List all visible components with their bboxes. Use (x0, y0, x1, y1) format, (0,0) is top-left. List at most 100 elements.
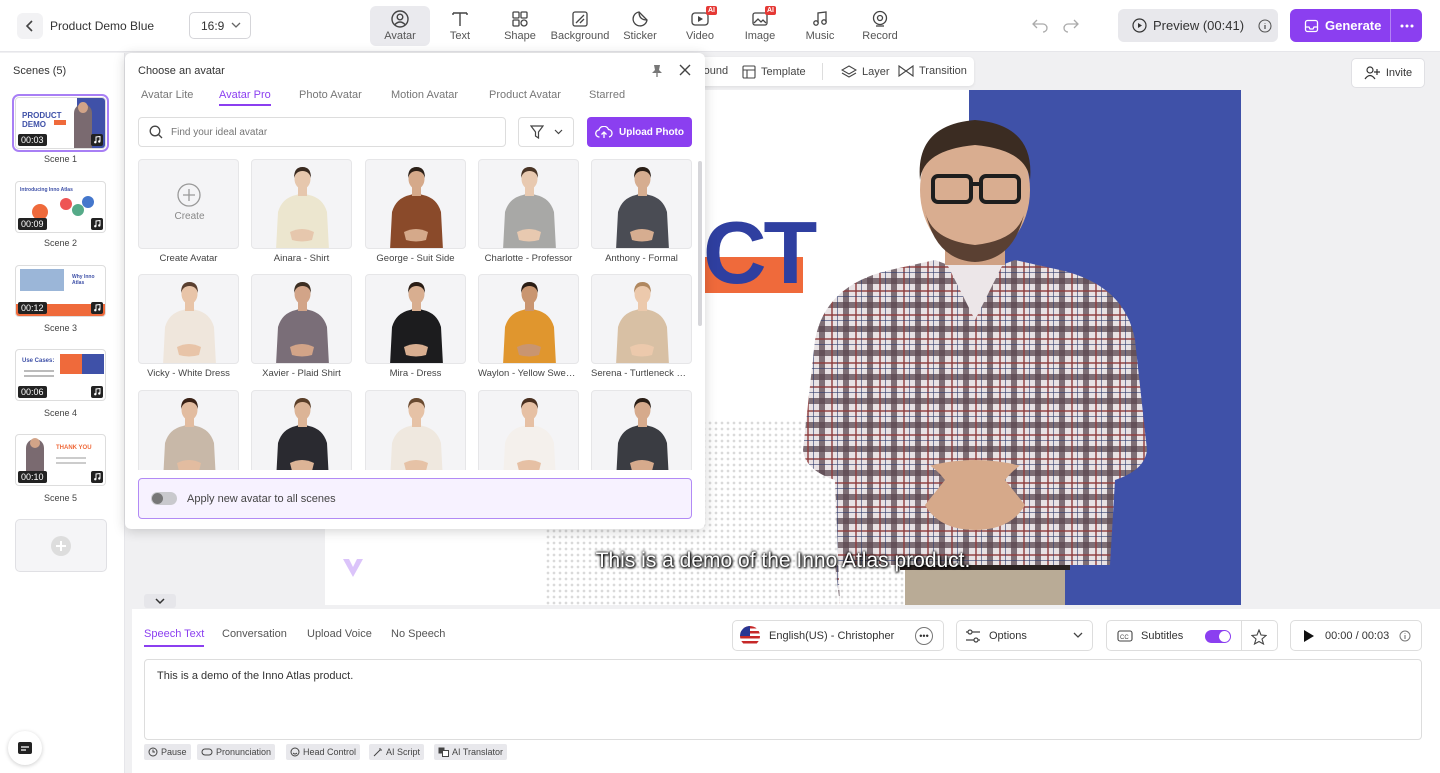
avatar-card[interactable] (365, 159, 466, 249)
generate-more-button[interactable] (1390, 9, 1422, 42)
avatar-name: Charlotte - Professor (484, 253, 573, 264)
scene-thumb-4[interactable]: Use Cases: 00:06 (15, 349, 106, 401)
project-title[interactable]: Product Demo Blue (50, 19, 154, 33)
tool-shape[interactable]: Shape (490, 6, 550, 46)
tab-speech-text[interactable]: Speech Text (144, 628, 205, 647)
options-label: Options (989, 629, 1027, 642)
head-control-chip[interactable]: Head Control (286, 744, 361, 760)
back-button[interactable] (17, 13, 43, 39)
tool-text[interactable]: Text (430, 6, 490, 46)
transition-icon (898, 65, 914, 77)
apply-all-scenes-toggle[interactable] (151, 492, 177, 505)
music-note-icon (91, 471, 103, 483)
avatar-card[interactable] (478, 159, 579, 249)
avatar-card[interactable] (478, 274, 579, 364)
upload-photo-button[interactable]: Upload Photo (587, 117, 692, 147)
scene-thumb-3[interactable]: Why Inno Atlas 00:12 (15, 265, 106, 317)
subtitle-caption[interactable]: This is a demo of the Inno Atlas product… (325, 549, 1241, 573)
info-icon[interactable] (1258, 18, 1272, 33)
options-select[interactable]: Options (956, 620, 1093, 651)
generate-button[interactable]: Generate (1290, 9, 1422, 42)
tool-sticker[interactable]: Sticker (610, 6, 670, 46)
scene-thumb-2[interactable]: Introducing Inno Atlas 00:09 (15, 181, 106, 233)
avatar-card[interactable] (591, 159, 692, 249)
layer-tool[interactable]: Layer (841, 65, 890, 79)
avatar-portrait (503, 167, 556, 248)
voice-select[interactable]: English(US) - Christopher ••• (732, 620, 944, 651)
clock-icon (148, 747, 158, 757)
avatar-grid: Create Create Avatar Ainara - Shirt George … (138, 159, 693, 470)
scene-duration: 00:10 (18, 471, 47, 483)
tool-record[interactable]: Record (850, 6, 910, 46)
avatar-card[interactable] (251, 390, 352, 470)
subtitle-style-icon[interactable] (1251, 629, 1267, 645)
avatar-name: Ainara - Shirt (273, 253, 330, 264)
aspect-ratio-select[interactable]: 16:9 (189, 12, 251, 39)
avatar-card[interactable] (365, 390, 466, 470)
speech-text-area[interactable]: This is a demo of the Inno Atlas product… (144, 659, 1422, 740)
collapse-panel-button[interactable] (144, 594, 176, 608)
transition-label: Transition (919, 65, 967, 77)
tab-product-avatar[interactable]: Product Avatar (489, 89, 561, 101)
presenter-avatar[interactable] (795, 110, 1155, 605)
chat-support-button[interactable] (8, 731, 42, 765)
ai-translator-chip[interactable]: AI Translator (434, 744, 508, 760)
transition-tool[interactable]: Transition (898, 65, 967, 77)
avatar-panel-title: Choose an avatar (138, 65, 225, 77)
subtitles-control: CC Subtitles (1106, 620, 1278, 651)
avatar-card[interactable] (251, 274, 352, 364)
playback-control: 00:00 / 00:03 (1290, 620, 1422, 651)
avatar-card[interactable] (591, 274, 692, 364)
avatar-portrait (616, 167, 669, 248)
avatar-grid-scrollbar[interactable] (698, 161, 702, 326)
avatar-search[interactable] (138, 117, 506, 147)
filter-button[interactable] (518, 117, 574, 147)
avatar-name: Vicky - White Dress (147, 368, 230, 379)
add-scene-button[interactable] (15, 519, 107, 572)
pin-icon[interactable] (651, 64, 663, 78)
template-tool[interactable]: Template (742, 65, 806, 79)
scenes-title: Scenes (5) (13, 65, 67, 77)
more-horizontal-icon[interactable]: ••• (915, 627, 933, 645)
tool-music[interactable]: Music (790, 6, 850, 46)
tab-no-speech[interactable]: No Speech (391, 628, 445, 640)
record-icon (872, 10, 888, 27)
tab-upload-voice[interactable]: Upload Voice (307, 628, 372, 640)
avatar-card[interactable] (365, 274, 466, 364)
info-icon[interactable] (1399, 630, 1411, 642)
avatar-card[interactable] (251, 159, 352, 249)
avatar-search-input[interactable] (171, 126, 471, 138)
scene-thumb-1[interactable]: PRODUCT DEMO 00:03 (12, 94, 109, 152)
tool-avatar[interactable]: Avatar (370, 6, 430, 46)
pronunciation-chip[interactable]: Pronunciation (197, 744, 276, 760)
avatar-portrait (276, 282, 329, 363)
tool-background[interactable]: Background (550, 6, 610, 46)
undo-icon[interactable] (1031, 17, 1049, 33)
tab-avatar-lite[interactable]: Avatar Lite (141, 89, 193, 101)
ai-script-chip[interactable]: AI Script (369, 744, 425, 760)
tab-starred[interactable]: Starred (589, 89, 625, 101)
subtitles-toggle[interactable] (1205, 630, 1231, 643)
create-avatar-card[interactable]: Create (138, 159, 239, 249)
avatar-card[interactable] (591, 390, 692, 470)
tab-avatar-pro[interactable]: Avatar Pro (219, 89, 271, 106)
tool-label: Sticker (623, 30, 657, 42)
preview-button[interactable]: Preview (00:41) (1118, 9, 1278, 42)
tab-photo-avatar[interactable]: Photo Avatar (299, 89, 362, 101)
tool-image[interactable]: AI Image (730, 6, 790, 46)
avatar-portrait (276, 167, 329, 248)
tab-conversation[interactable]: Conversation (222, 628, 287, 640)
avatar-card[interactable] (478, 390, 579, 470)
pause-chip[interactable]: Pause (144, 744, 191, 760)
tool-video[interactable]: AI Video (670, 6, 730, 46)
tab-motion-avatar[interactable]: Motion Avatar (391, 89, 458, 101)
avatar-card[interactable] (138, 274, 239, 364)
close-icon[interactable] (679, 64, 691, 76)
scene-thumb-5[interactable]: THANK YOU 00:10 (15, 434, 106, 486)
subtitles-label: Subtitles (1141, 629, 1184, 642)
playback-time: 00:00 / 00:03 (1325, 629, 1390, 642)
play-icon[interactable] (1303, 629, 1315, 643)
avatar-card[interactable] (138, 390, 239, 470)
redo-icon[interactable] (1062, 17, 1080, 33)
invite-button[interactable]: Invite (1351, 58, 1425, 88)
